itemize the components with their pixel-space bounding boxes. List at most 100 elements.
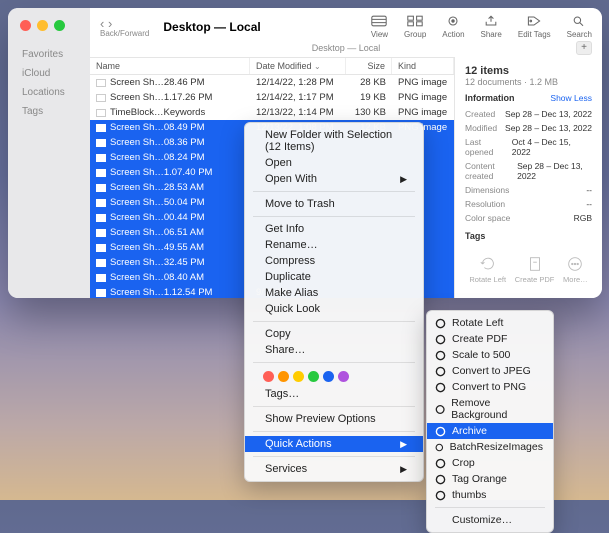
col-name[interactable]: Name — [90, 58, 250, 74]
file-icon — [96, 124, 106, 132]
mi-get-info[interactable]: Get Info — [245, 221, 423, 237]
column-headers: Name Date Modified ⌄ Size Kind — [90, 57, 454, 75]
inspector-subtitle: 12 documents · 1.2 MB — [465, 77, 592, 87]
table-row[interactable]: Screen Sh…1.17.26 PM12/14/22, 1:17 PM19 … — [90, 90, 454, 105]
file-icon — [96, 169, 106, 177]
file-icon — [96, 94, 106, 102]
mi-quick-actions[interactable]: Quick Actions▶ — [245, 436, 423, 452]
nav-back-forward[interactable]: ‹ › Back/Forward — [100, 16, 149, 38]
context-menu: New Folder with Selection (12 Items) Ope… — [244, 122, 424, 482]
minimize-button[interactable] — [37, 20, 48, 31]
file-icon — [96, 184, 106, 192]
view-button[interactable]: View — [371, 14, 388, 39]
workflow-icon — [435, 426, 446, 437]
qa-item[interactable]: Create PDF — [427, 331, 553, 347]
table-row[interactable]: TimeBlock…Keywords12/13/22, 1:14 PM130 K… — [90, 105, 454, 120]
window-controls — [8, 20, 90, 45]
col-size[interactable]: Size — [346, 58, 392, 74]
inspector: 12 items 12 documents · 1.2 MB Informati… — [454, 57, 602, 298]
mi-copy[interactable]: Copy — [245, 326, 423, 342]
path-bar: Desktop — Local + — [90, 41, 602, 57]
action-button[interactable]: Action — [442, 14, 464, 39]
mi-alias[interactable]: Make Alias — [245, 285, 423, 301]
qa-customize[interactable]: Customize… — [427, 512, 553, 528]
file-icon — [96, 139, 106, 147]
file-icon — [96, 199, 106, 207]
tag-color-dot[interactable] — [338, 371, 349, 382]
file-icon — [96, 154, 106, 162]
tag-color-dot[interactable] — [293, 371, 304, 382]
qa-item[interactable]: Archive — [427, 423, 553, 439]
show-less-link[interactable]: Show Less — [550, 93, 592, 103]
tag-color-dot[interactable] — [278, 371, 289, 382]
file-icon — [96, 289, 106, 297]
mi-new-folder[interactable]: New Folder with Selection (12 Items) — [245, 127, 423, 155]
file-icon — [96, 259, 106, 267]
info-row: Content createdSep 28 – Dec 13, 2022 — [465, 159, 592, 183]
workflow-icon — [435, 382, 446, 393]
workflow-icon — [435, 442, 444, 453]
mi-rename[interactable]: Rename… — [245, 237, 423, 253]
mi-share[interactable]: Share… — [245, 342, 423, 358]
workflow-icon — [435, 318, 446, 329]
mi-quick-look[interactable]: Quick Look — [245, 301, 423, 317]
workflow-icon — [435, 404, 445, 415]
qa-item[interactable]: Convert to JPEG — [427, 363, 553, 379]
mi-duplicate[interactable]: Duplicate — [245, 269, 423, 285]
qa-item[interactable]: BatchResizeImages — [427, 439, 553, 455]
tag-color-dot[interactable] — [323, 371, 334, 382]
sidebar-item[interactable]: Tags — [8, 102, 90, 121]
qa-item[interactable]: Remove Background — [427, 395, 553, 423]
share-button[interactable]: Share — [481, 14, 502, 39]
edit-tags-button[interactable]: Edit Tags — [518, 14, 551, 39]
qa-item[interactable]: Rotate Left — [427, 315, 553, 331]
table-row[interactable]: Screen Sh…28.46 PM12/14/22, 1:28 PM28 KB… — [90, 75, 454, 90]
mi-preview-opts[interactable]: Show Preview Options — [245, 411, 423, 427]
qa-item[interactable]: thumbs — [427, 487, 553, 503]
mi-open-with[interactable]: Open With▶ — [245, 171, 423, 187]
file-icon — [96, 79, 106, 87]
window-title: Desktop — Local — [157, 20, 362, 34]
group-button[interactable]: Group — [404, 14, 426, 39]
create-pdf-button[interactable]: Create PDF — [515, 255, 555, 284]
tag-color-dot[interactable] — [308, 371, 319, 382]
info-row: ModifiedSep 28 – Dec 13, 2022 — [465, 121, 592, 135]
col-kind[interactable]: Kind — [392, 58, 454, 74]
file-icon — [96, 274, 106, 282]
workflow-icon — [435, 490, 446, 501]
qa-item[interactable]: Convert to PNG — [427, 379, 553, 395]
file-icon — [96, 229, 106, 237]
sidebar: FavoritesiCloudLocationsTags — [8, 8, 90, 298]
zoom-button[interactable] — [54, 20, 65, 31]
file-icon — [96, 109, 106, 117]
add-button[interactable]: + — [576, 41, 592, 55]
sidebar-item[interactable]: iCloud — [8, 64, 90, 83]
info-row: CreatedSep 28 – Dec 13, 2022 — [465, 107, 592, 121]
qa-item[interactable]: Crop — [427, 455, 553, 471]
info-row: Resolution-- — [465, 197, 592, 211]
workflow-icon — [435, 366, 446, 377]
mi-tags[interactable]: Tags… — [245, 386, 423, 402]
mi-services[interactable]: Services▶ — [245, 461, 423, 477]
workflow-icon — [435, 334, 446, 345]
sidebar-item[interactable]: Favorites — [8, 45, 90, 64]
info-row: Dimensions-- — [465, 183, 592, 197]
tag-colors — [245, 367, 423, 386]
info-row: Last openedOct 4 – Dec 15, 2022 — [465, 135, 592, 159]
mi-open[interactable]: Open — [245, 155, 423, 171]
mi-trash[interactable]: Move to Trash — [245, 196, 423, 212]
more-button[interactable]: More… — [563, 255, 588, 284]
col-date[interactable]: Date Modified ⌄ — [250, 58, 346, 74]
toolbar: ‹ › Back/Forward Desktop — Local View Gr… — [90, 8, 602, 41]
rotate-left-button[interactable]: Rotate Left — [469, 255, 506, 284]
search-button[interactable]: Search — [567, 14, 592, 39]
qa-item[interactable]: Scale to 500 — [427, 347, 553, 363]
workflow-icon — [435, 350, 446, 361]
file-icon — [96, 214, 106, 222]
close-button[interactable] — [20, 20, 31, 31]
mi-compress[interactable]: Compress — [245, 253, 423, 269]
inspector-title: 12 items — [465, 65, 592, 77]
qa-item[interactable]: Tag Orange — [427, 471, 553, 487]
tag-color-dot[interactable] — [263, 371, 274, 382]
sidebar-item[interactable]: Locations — [8, 83, 90, 102]
